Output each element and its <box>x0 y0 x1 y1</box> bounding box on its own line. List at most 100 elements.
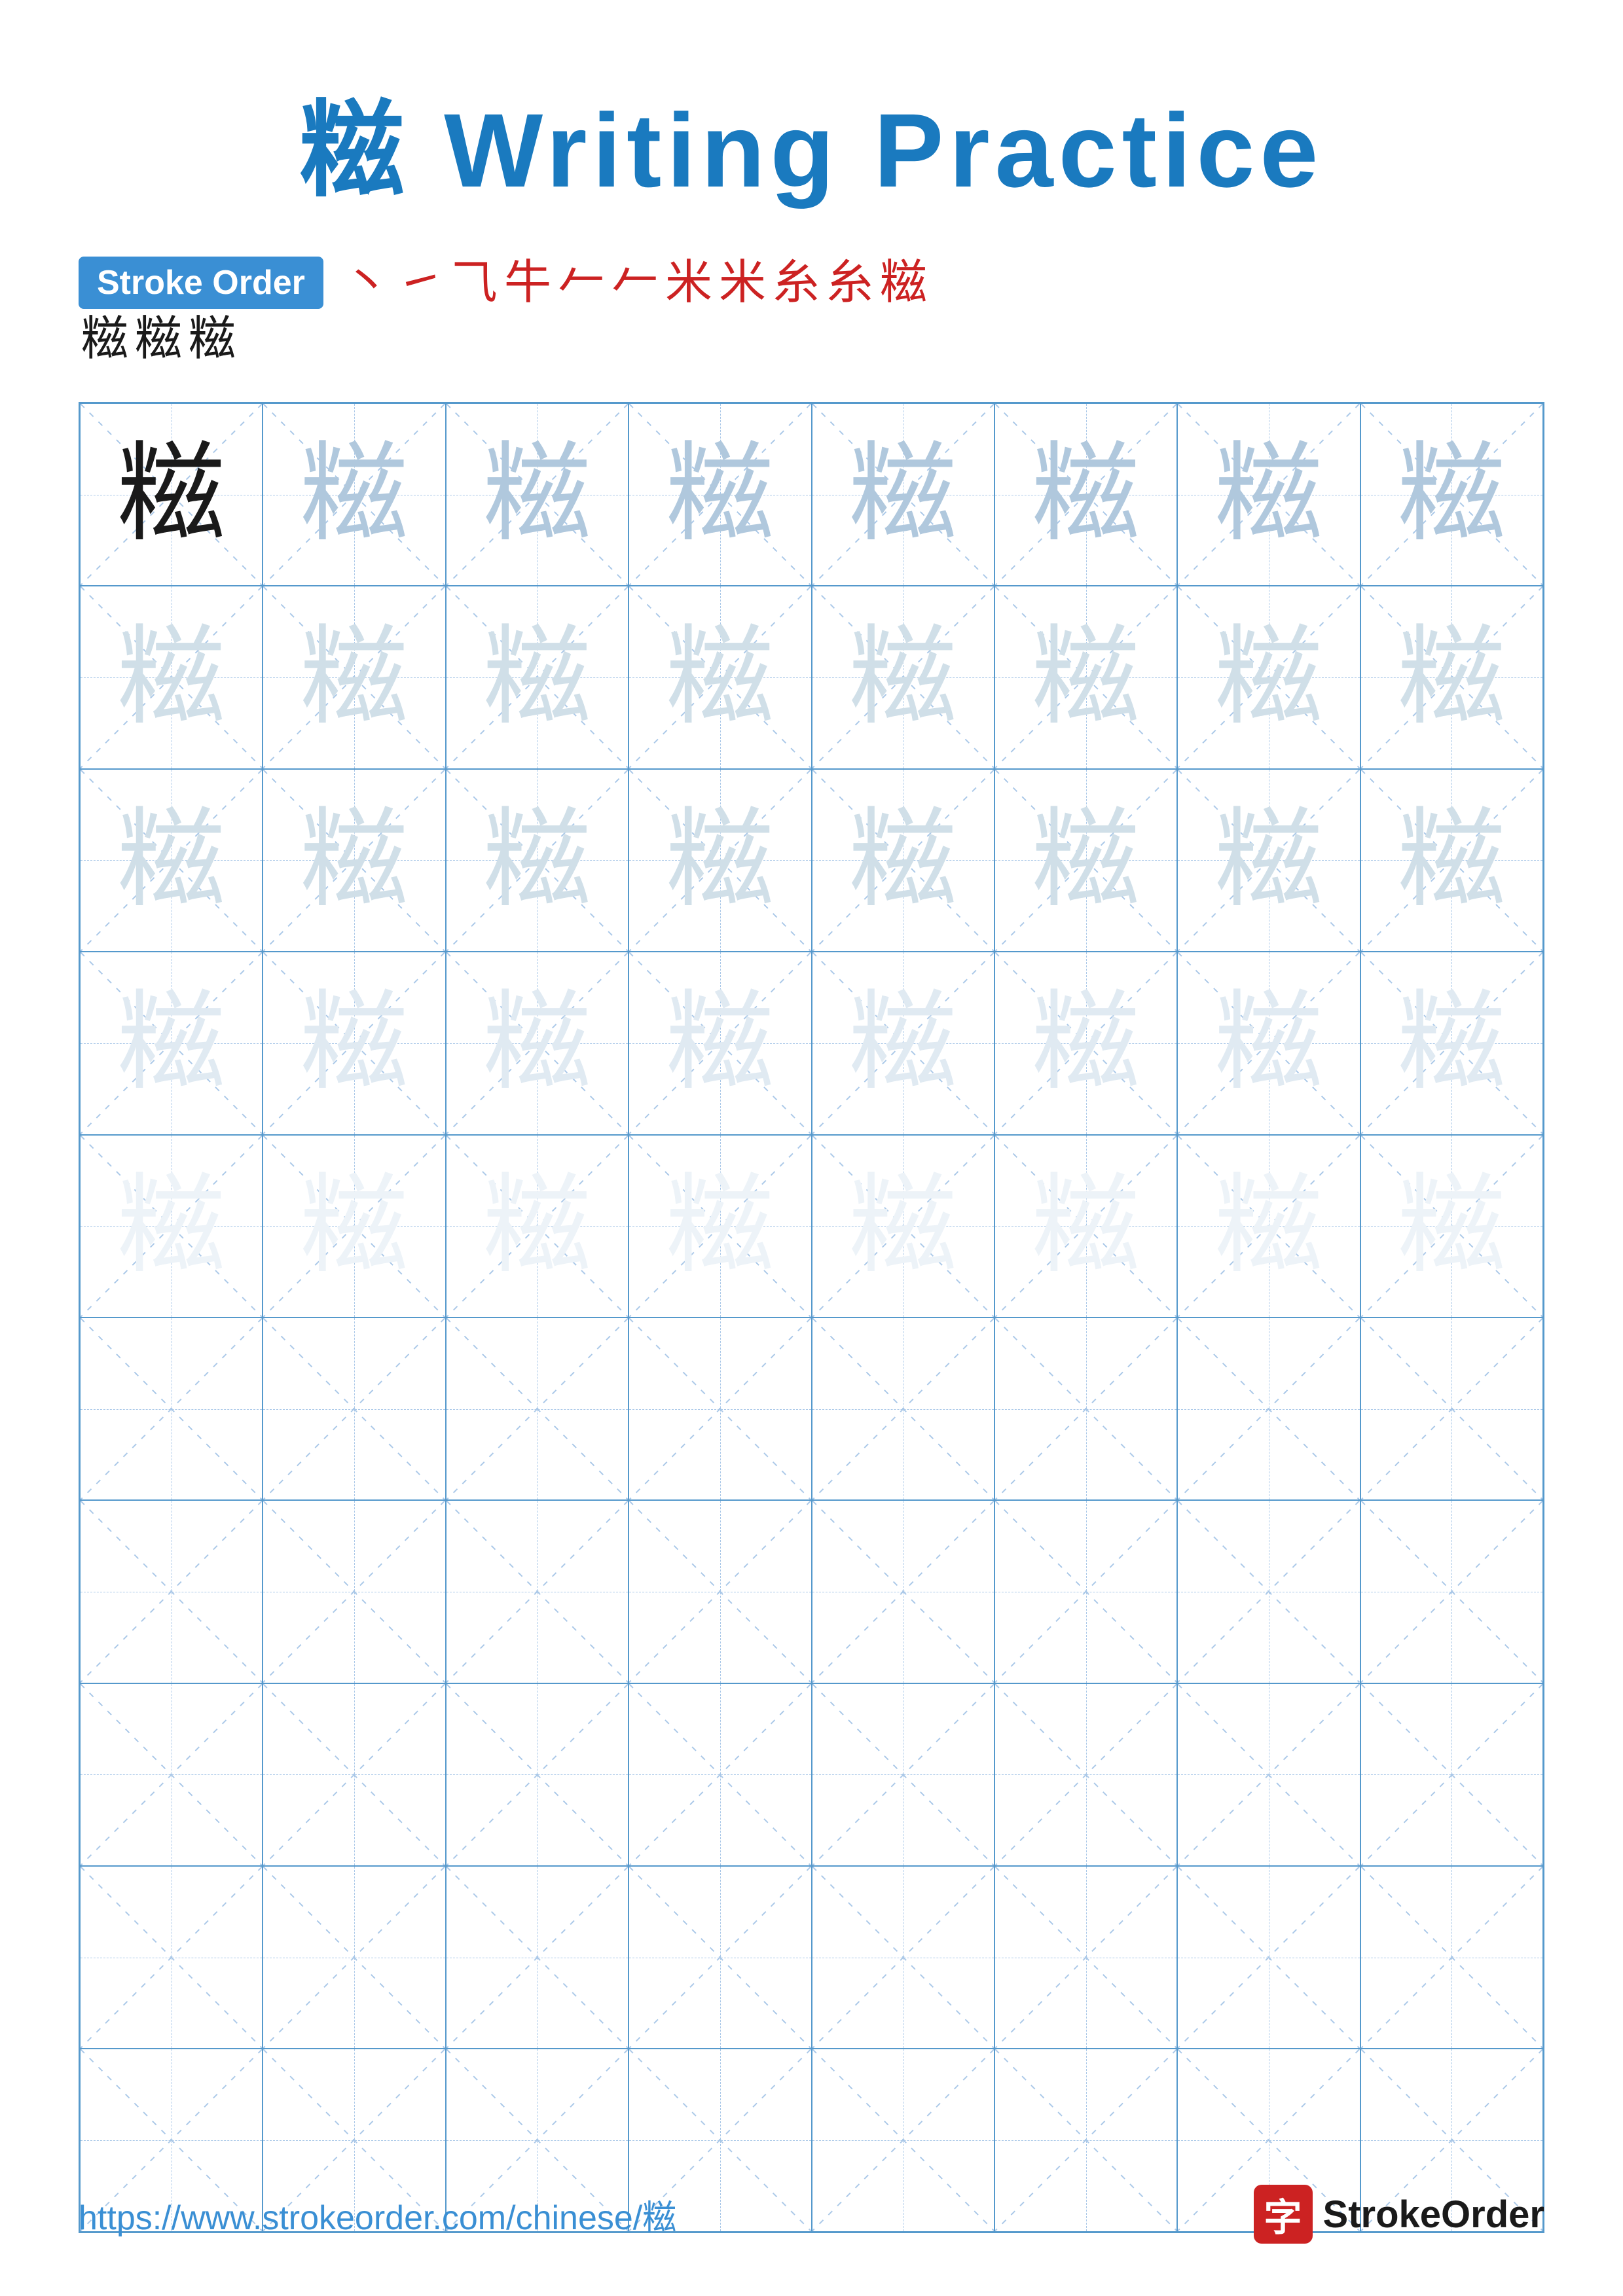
grid-cell[interactable] <box>629 1318 811 1500</box>
grid-cell[interactable]: 糍 <box>812 586 994 768</box>
grid-cell[interactable] <box>80 1866 263 2049</box>
practice-char: 糍 <box>117 1172 225 1280</box>
grid-cell[interactable]: 糍 <box>812 952 994 1134</box>
grid-cell[interactable] <box>1177 1866 1360 2049</box>
grid-cell[interactable]: 糍 <box>446 586 629 768</box>
grid-cell[interactable]: 糍 <box>629 1135 811 1318</box>
grid-cell[interactable]: 糍 <box>994 586 1177 768</box>
grid-cell[interactable] <box>629 1866 811 2049</box>
grid-cell[interactable]: 糍 <box>446 769 629 952</box>
grid-cell[interactable]: 糍 <box>629 586 811 768</box>
grid-cell[interactable] <box>812 1500 994 1683</box>
grid-cell[interactable] <box>1360 1683 1543 1866</box>
grid-cell[interactable] <box>1177 1318 1360 1500</box>
stroke-6: 𠂉 <box>611 259 659 306</box>
grid-cell[interactable]: 糍 <box>80 1135 263 1318</box>
grid-cell[interactable] <box>446 1318 629 1500</box>
grid-cell[interactable]: 糍 <box>80 769 263 952</box>
grid-cell[interactable] <box>446 1866 629 2049</box>
grid-cell[interactable]: 糍 <box>629 403 811 586</box>
grid-cell[interactable] <box>1177 1683 1360 1866</box>
grid-cell[interactable]: 糍 <box>1177 586 1360 768</box>
grid-cell[interactable] <box>446 1683 629 1866</box>
grid-cell[interactable]: 糍 <box>263 586 445 768</box>
grid-cell[interactable]: 糍 <box>1177 403 1360 586</box>
grid-cell[interactable] <box>812 1683 994 1866</box>
grid-cell[interactable]: 糍 <box>629 952 811 1134</box>
grid-cell[interactable]: 糍 <box>1177 769 1360 952</box>
grid-cell[interactable] <box>994 1500 1177 1683</box>
grid-cell[interactable]: 糍 <box>1177 952 1360 1134</box>
footer-brand: 字 StrokeOrder <box>1254 2185 1544 2244</box>
grid-cell[interactable] <box>994 1866 1177 2049</box>
practice-char: 糍 <box>666 624 774 732</box>
grid-row-5: 糍 糍 糍 糍 糍 糍 糍 <box>80 1135 1543 1318</box>
page: 糍 Writing Practice Stroke Order 丶 ㇀ ⺄ 牛 … <box>0 0 1623 2296</box>
grid-cell[interactable]: 糍 <box>1360 403 1543 586</box>
practice-char: 糍 <box>1398 1172 1506 1280</box>
grid-cell[interactable] <box>1360 1318 1543 1500</box>
grid-cell[interactable]: 糍 <box>263 403 445 586</box>
grid-cell[interactable] <box>446 1500 629 1683</box>
grid-cell[interactable]: 糍 <box>263 769 445 952</box>
stroke-1: 丶 <box>343 259 390 306</box>
grid-cell[interactable]: 糍 <box>994 1135 1177 1318</box>
grid-cell[interactable]: 糍 <box>812 1135 994 1318</box>
practice-char: 糍 <box>1398 806 1506 914</box>
footer-logo-char: 字 <box>1264 2187 1302 2242</box>
grid-cell[interactable]: 糍 <box>994 952 1177 1134</box>
stroke-4: 牛 <box>504 259 551 306</box>
grid-cell[interactable] <box>80 1318 263 1500</box>
grid-cell[interactable]: 糍 <box>80 952 263 1134</box>
practice-char: 糍 <box>1032 440 1140 548</box>
footer-url[interactable]: https://www.strokeorder.com/chinese/糍 <box>79 2190 676 2239</box>
practice-char: 糍 <box>301 440 409 548</box>
grid-cell[interactable] <box>812 1318 994 1500</box>
grid-cell[interactable] <box>80 1500 263 1683</box>
grid-cell[interactable]: 糍 <box>80 403 263 586</box>
grid-cell[interactable] <box>812 1866 994 2049</box>
practice-char: 糍 <box>1032 624 1140 732</box>
grid-cell[interactable] <box>263 1866 445 2049</box>
grid-cell[interactable]: 糍 <box>1360 769 1543 952</box>
grid-cell[interactable]: 糍 <box>994 769 1177 952</box>
practice-char: 糍 <box>117 806 225 914</box>
grid-cell[interactable] <box>263 1318 445 1500</box>
grid-cell[interactable]: 糍 <box>994 403 1177 586</box>
grid-cell[interactable] <box>629 1683 811 1866</box>
practice-char: 糍 <box>849 440 957 548</box>
stroke-2: ㇀ <box>397 259 444 306</box>
grid-cell[interactable] <box>994 1318 1177 1500</box>
grid-cell[interactable]: 糍 <box>446 1135 629 1318</box>
grid-cell[interactable] <box>1360 1500 1543 1683</box>
grid-cell[interactable] <box>80 1683 263 1866</box>
stroke-order-badge: Stroke Order <box>79 257 323 309</box>
grid-cell[interactable] <box>263 1500 445 1683</box>
practice-char: 糍 <box>666 1172 774 1280</box>
grid-row-8 <box>80 1683 1543 1866</box>
grid-cell[interactable] <box>994 1683 1177 1866</box>
practice-char: 糍 <box>1398 624 1506 732</box>
grid-cell[interactable]: 糍 <box>812 769 994 952</box>
grid-cell[interactable]: 糍 <box>1360 952 1543 1134</box>
grid-cell[interactable]: 糍 <box>446 403 629 586</box>
grid-cell[interactable] <box>1360 1866 1543 2049</box>
grid-cell[interactable]: 糍 <box>263 1135 445 1318</box>
grid-cell[interactable]: 糍 <box>812 403 994 586</box>
stroke-r2-3: 糍 <box>189 315 236 363</box>
grid-cell[interactable]: 糍 <box>446 952 629 1134</box>
grid-cell[interactable]: 糍 <box>1360 586 1543 768</box>
grid-cell[interactable]: 糍 <box>629 769 811 952</box>
grid-cell[interactable]: 糍 <box>1177 1135 1360 1318</box>
practice-char: 糍 <box>1214 1172 1322 1280</box>
stroke-9: 糸 <box>773 259 820 306</box>
grid-cell[interactable]: 糍 <box>1360 1135 1543 1318</box>
grid-row-6 <box>80 1318 1543 1500</box>
grid-cell[interactable]: 糍 <box>263 952 445 1134</box>
grid-cell[interactable] <box>263 1683 445 1866</box>
grid-cell[interactable]: 糍 <box>80 586 263 768</box>
stroke-chars-row1: 丶 ㇀ ⺄ 牛 𠂉 𠂉 米 米 糸 糸 糍 <box>343 259 927 306</box>
title-rest: Writing Practice <box>410 92 1324 209</box>
grid-cell[interactable] <box>629 1500 811 1683</box>
grid-cell[interactable] <box>1177 1500 1360 1683</box>
